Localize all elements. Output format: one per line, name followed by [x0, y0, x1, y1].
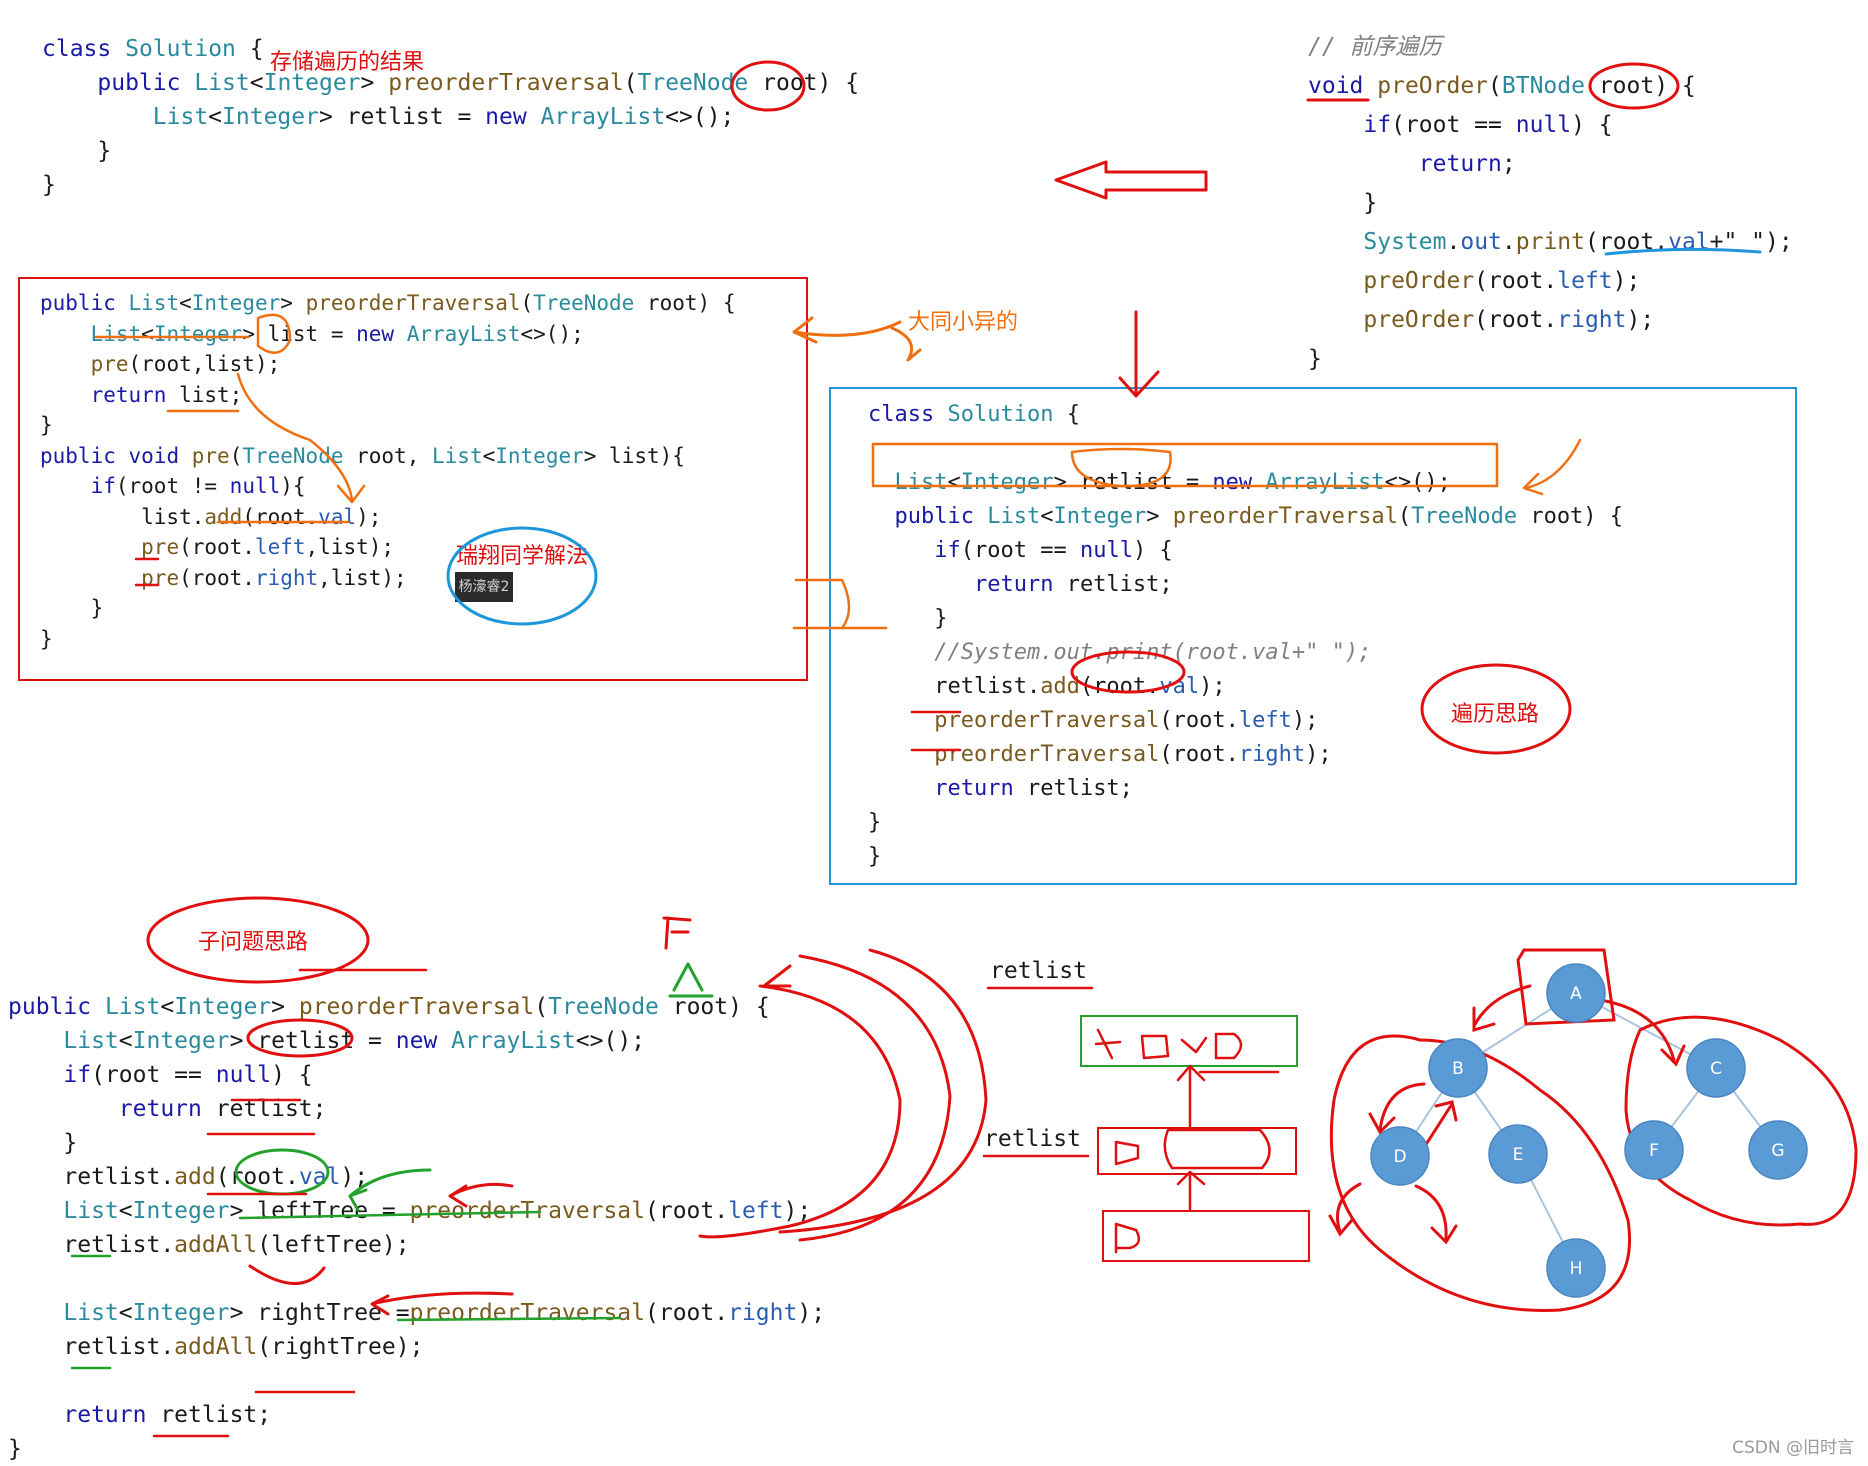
- orange-curve-list: [236, 372, 366, 504]
- retlist-empty-slot: [1163, 1128, 1271, 1170]
- handwritten-a: [668, 962, 714, 998]
- arrow-orange-similar: [792, 316, 902, 344]
- circle-retlist-bottom: [246, 1018, 354, 1058]
- tree-arrow-d-down: [1328, 1182, 1362, 1237]
- tree-arrow-b-d: [1368, 1082, 1426, 1135]
- red-arrow-pre-right: [370, 1291, 514, 1316]
- red-arrow-pre-left: [448, 1182, 514, 1208]
- tree-node-label: E: [1513, 1145, 1524, 1165]
- tree-node-label: F: [1649, 1141, 1659, 1161]
- red-big-curve-3: [778, 948, 988, 1234]
- tree-node-label: B: [1452, 1059, 1464, 1079]
- tree-node-H: H: [1546, 1238, 1606, 1298]
- red-top-arrow: [762, 964, 792, 988]
- green-underlines: [70, 1210, 622, 1370]
- arrow-up-2: [1176, 1170, 1206, 1212]
- retlist-letter-b: [1114, 1140, 1140, 1166]
- tree-node-label: C: [1710, 1059, 1722, 1079]
- tree-node-E: E: [1488, 1124, 1548, 1184]
- orange-squiggle: [890, 326, 922, 362]
- tree-arrow-d-right: [1414, 1184, 1458, 1245]
- handwritten-b: [662, 916, 692, 950]
- tree-node-B: B: [1428, 1038, 1488, 1098]
- watermark: CSDN @旧时言: [1732, 1438, 1854, 1458]
- tree-node-G: G: [1748, 1120, 1808, 1180]
- arrow-left-icon: [1054, 160, 1208, 200]
- circle-root-val-bottom: [234, 1148, 330, 1196]
- tree-node-F: F: [1624, 1120, 1684, 1180]
- arrow-up-1: [1176, 1064, 1206, 1128]
- retlist-letters-abd: [1094, 1028, 1243, 1060]
- tree-node-label: G: [1771, 1141, 1784, 1161]
- underline-blue: [1604, 247, 1762, 256]
- tree-node-C: C: [1686, 1038, 1746, 1098]
- circle-root-top-left: [730, 60, 806, 112]
- red-big-curve-1: [698, 984, 902, 1239]
- tree-node-label: H: [1570, 1259, 1583, 1279]
- annotation-canvas: A B C D E F G H: [70, 60, 1858, 1438]
- red-big-curve-2: [798, 954, 952, 1242]
- orange-bracket: [792, 578, 888, 630]
- circle-root-top-right: [1588, 62, 1680, 110]
- orange-underlines: [94, 335, 350, 524]
- red-curve-left: [248, 1264, 326, 1285]
- retlist-letter-d: [1114, 1222, 1141, 1254]
- orange-arrow-blue: [1522, 438, 1582, 496]
- circle-traversal-idea: [1420, 663, 1572, 755]
- orange-rect-retlist: [871, 442, 1499, 488]
- tree-node-label: A: [1570, 984, 1582, 1004]
- underline-preorder: [910, 710, 962, 752]
- green-arrow: [348, 1168, 432, 1212]
- orange-retlist-circle: [1070, 447, 1172, 488]
- tree-node-label: D: [1393, 1147, 1406, 1167]
- tree-node-D: D: [1370, 1126, 1430, 1186]
- tree-node-A: A: [1546, 963, 1606, 1023]
- circle-root-val: [1070, 650, 1186, 694]
- red-underlines-pre: [134, 557, 160, 587]
- arrow-down-icon: [1118, 310, 1160, 398]
- orange-list-circle: [256, 313, 292, 354]
- blue-circle-ruixiang: [446, 526, 598, 626]
